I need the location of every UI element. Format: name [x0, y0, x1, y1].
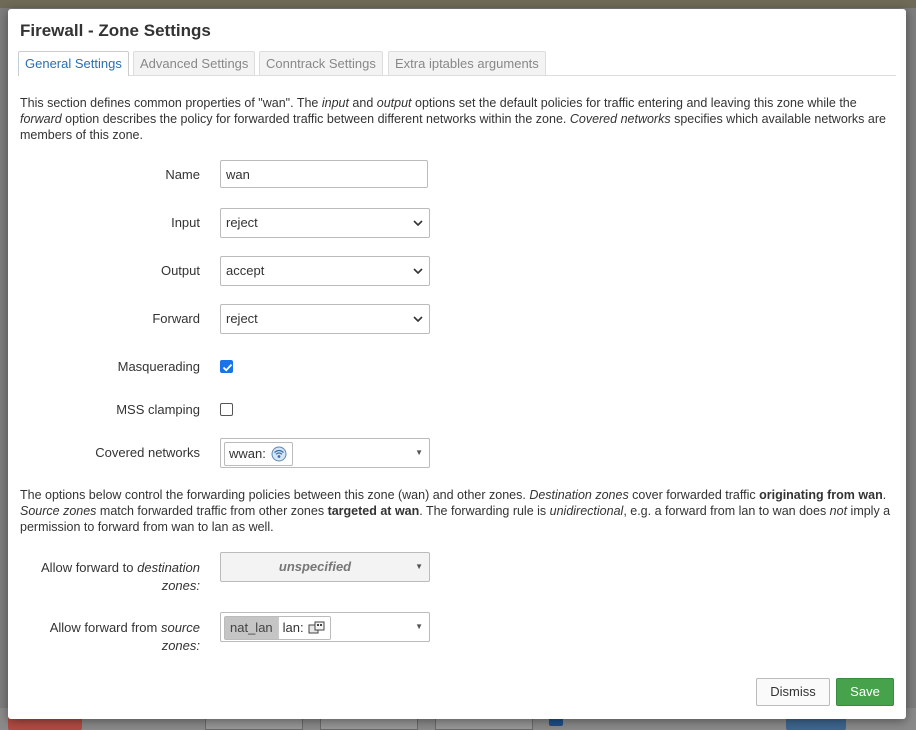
tab-advanced-settings[interactable]: Advanced Settings: [133, 51, 256, 75]
name-input[interactable]: [220, 160, 428, 188]
masquerading-row: Masquerading: [8, 358, 906, 374]
dismiss-button[interactable]: Dismiss: [756, 678, 830, 706]
forwarding-description: The options below control the forwarding…: [20, 488, 891, 534]
background-header-strip: [0, 0, 916, 8]
chevron-down-icon: [413, 268, 423, 275]
forward-src-row: Allow forward from source zones: nat_lan …: [8, 612, 906, 653]
dropdown-arrow-icon: ▼: [415, 622, 423, 631]
save-button[interactable]: Save: [836, 678, 894, 706]
wireless-icon: [271, 446, 287, 462]
forward-policy-row: Forward reject: [8, 304, 906, 334]
zone-chip-network: lan:: [277, 617, 330, 639]
input-policy-row: Input reject: [8, 208, 906, 238]
output-policy-label: Output: [160, 263, 200, 278]
checkmark-icon: [222, 363, 233, 372]
network-chip-label: wwan:: [229, 446, 266, 461]
forward-dest-placeholder: unspecified: [278, 559, 352, 574]
covered-networks-row: Covered networks wwan: ▼: [8, 438, 906, 468]
output-policy-value: accept: [226, 263, 265, 278]
forward-src-label: Allow forward from source zones:: [49, 620, 200, 653]
forward-src-dropdown[interactable]: nat_lan lan: ▼: [220, 612, 430, 642]
forward-policy-value: reject: [226, 311, 258, 326]
zone-description: This section defines common properties o…: [20, 96, 886, 142]
forward-dest-label: Allow forward to destination zones:: [41, 560, 200, 593]
tab-bar: General Settings Advanced Settings Connt…: [18, 51, 896, 76]
zone-chip-nat-lan: nat_lan lan:: [224, 616, 331, 640]
mss-clamping-checkbox[interactable]: [220, 403, 233, 416]
masquerading-label: Masquerading: [117, 359, 200, 374]
network-chip-wwan: wwan:: [224, 442, 293, 466]
forward-dest-dropdown[interactable]: unspecified ▼: [220, 552, 430, 582]
output-policy-select[interactable]: accept: [220, 256, 430, 286]
chevron-down-icon: [413, 220, 423, 227]
forward-policy-select[interactable]: reject: [220, 304, 430, 334]
modal-title: Firewall - Zone Settings: [20, 21, 211, 40]
chevron-down-icon: [413, 316, 423, 323]
tab-general-settings[interactable]: General Settings: [18, 51, 129, 76]
zone-chip-name: nat_lan: [225, 617, 278, 639]
covered-networks-dropdown[interactable]: wwan: ▼: [220, 438, 430, 468]
covered-networks-label: Covered networks: [95, 445, 200, 460]
forward-policy-label: Forward: [152, 311, 200, 326]
input-policy-select[interactable]: reject: [220, 208, 430, 238]
zone-settings-modal: Firewall - Zone Settings General Setting…: [8, 9, 906, 719]
mss-clamping-label: MSS clamping: [116, 402, 200, 417]
output-policy-row: Output accept: [8, 256, 906, 286]
dropdown-arrow-icon: ▼: [415, 448, 423, 457]
input-policy-value: reject: [226, 215, 258, 230]
tab-conntrack-settings[interactable]: Conntrack Settings: [259, 51, 383, 75]
forward-dest-row: Allow forward to destination zones: unspe…: [8, 552, 906, 593]
input-policy-label: Input: [171, 215, 200, 230]
name-label: Name: [165, 167, 200, 182]
dropdown-arrow-icon: ▼: [415, 562, 423, 571]
mss-clamping-row: MSS clamping: [8, 401, 906, 417]
ethernet-switch-icon: [308, 621, 325, 634]
tab-extra-iptables-arguments[interactable]: Extra iptables arguments: [388, 51, 546, 75]
masquerading-checkbox[interactable]: [220, 360, 233, 373]
